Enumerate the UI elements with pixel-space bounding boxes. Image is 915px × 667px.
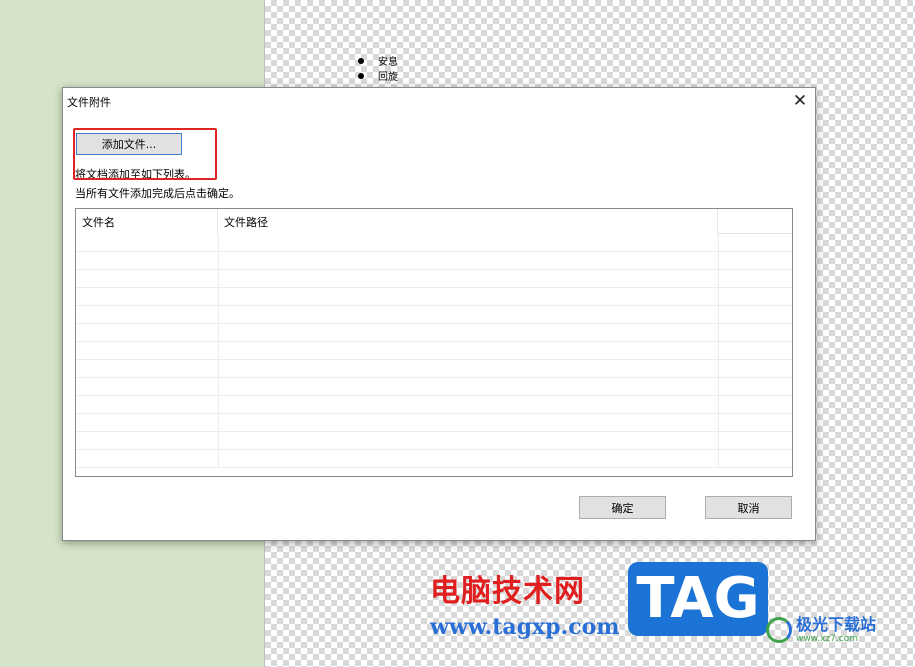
bullet-icon (358, 57, 364, 64)
highlight-box (73, 128, 217, 180)
table-row (76, 288, 792, 306)
ok-button[interactable]: 确定 (579, 496, 666, 519)
document-bullet-list: 安息 回旋 (355, 53, 398, 83)
table-row (76, 432, 792, 450)
bullet-text: 安息 (378, 57, 398, 68)
cancel-button[interactable]: 取消 (705, 496, 792, 519)
file-list-table[interactable]: 文件名 文件路径 (75, 208, 793, 477)
tag-logo-icon: TAG (628, 562, 768, 636)
table-row (76, 270, 792, 288)
table-header: 文件名 文件路径 (76, 209, 792, 234)
dialog-title: 文件附件 (67, 96, 111, 109)
download-site-url: www.xz7.com (796, 634, 858, 644)
column-header-filepath[interactable]: 文件路径 (218, 209, 718, 234)
table-row (76, 324, 792, 342)
watermark-site-name: 电脑技术网 (430, 574, 585, 609)
bullet-item: 安息 (355, 53, 398, 68)
table-row (76, 342, 792, 360)
file-attachment-dialog: 文件附件 ✕ 添加文件... 将文档添加至如下列表。 当所有文件添加完成后点击确… (62, 87, 816, 541)
table-body (76, 234, 792, 468)
table-row (76, 306, 792, 324)
close-icon[interactable]: ✕ (791, 92, 809, 110)
table-row (76, 396, 792, 414)
table-row (76, 360, 792, 378)
table-row (76, 378, 792, 396)
watermark-url: www.tagxp.com (430, 614, 620, 640)
bullet-item: 回旋 (355, 68, 398, 83)
download-site-logo: 极光下载站 www.xz7.com (766, 616, 876, 644)
table-row (76, 450, 792, 468)
table-row (76, 414, 792, 432)
download-site-name: 极光下载站 (796, 615, 877, 634)
column-header-extra[interactable] (718, 209, 792, 234)
bullet-text: 回旋 (378, 72, 398, 83)
table-row (76, 252, 792, 270)
download-site-mark-icon (766, 617, 792, 643)
hint-text-confirm: 当所有文件添加完成后点击确定。 (75, 187, 240, 200)
column-header-filename[interactable]: 文件名 (76, 209, 218, 234)
bullet-icon (358, 72, 364, 79)
table-row (76, 234, 792, 252)
